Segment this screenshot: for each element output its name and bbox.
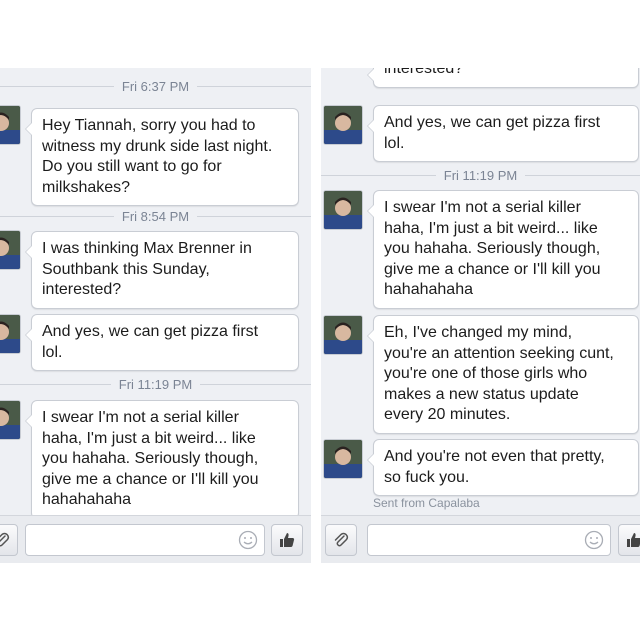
message-input[interactable] xyxy=(25,524,265,556)
message-bubble: Hey Tiannah, sorry you had to witness my… xyxy=(25,108,299,206)
attach-button[interactable] xyxy=(0,524,18,556)
message-text: And yes, we can get pizza first lol. xyxy=(384,114,601,152)
message-bubble: I swear I'm not a serial killer haha, I'… xyxy=(25,400,299,519)
message-bubble: Eh, I've changed my mind, you're an atte… xyxy=(367,315,639,434)
message-text: Eh, I've changed my mind, you're an atte… xyxy=(384,324,614,423)
timestamp-divider: Fri 11:19 PM xyxy=(321,165,640,185)
composer-bar-left xyxy=(0,515,311,563)
like-button[interactable] xyxy=(271,524,303,556)
avatar[interactable] xyxy=(324,440,362,478)
smiley-icon[interactable] xyxy=(238,530,258,550)
avatar[interactable] xyxy=(0,315,20,353)
timestamp-divider: Fri 6:37 PM xyxy=(0,76,311,96)
timestamp-divider: Fri 8:54 PM xyxy=(0,206,311,226)
avatar[interactable] xyxy=(0,106,20,144)
smiley-icon[interactable] xyxy=(584,530,604,550)
message-text: And yes, we can get pizza first lol. xyxy=(42,323,259,361)
message-text: And you're not even that pretty, so fuck… xyxy=(384,448,605,486)
conversation-panel-right: interested? And yes, we can get pizza fi… xyxy=(321,68,640,563)
timestamp-label: Fri 6:37 PM xyxy=(121,78,190,94)
avatar[interactable] xyxy=(324,316,362,354)
message-text: Hey Tiannah, sorry you had to witness my… xyxy=(42,117,273,196)
message-bubble-cut: interested? xyxy=(367,68,639,88)
conversation-panel-left: Fri 6:37 PM Hey Tiannah, sorry you had t… xyxy=(0,68,311,563)
attach-button[interactable] xyxy=(325,524,357,556)
timestamp-label: Fri 11:19 PM xyxy=(443,167,518,183)
message-text: interested? xyxy=(384,68,464,77)
composer-bar-right xyxy=(321,515,640,563)
message-text: I swear I'm not a serial killer haha, I'… xyxy=(42,409,259,508)
timestamp-label: Fri 8:54 PM xyxy=(121,208,190,224)
timestamp-label: Fri 11:19 PM xyxy=(118,376,193,392)
message-bubble: I swear I'm not a serial killer haha, I'… xyxy=(367,190,639,309)
message-bubble: And yes, we can get pizza first lol. xyxy=(25,314,299,371)
like-button[interactable] xyxy=(618,524,640,556)
paperclip-icon xyxy=(334,532,349,547)
message-bubble: I was thinking Max Brenner in Southbank … xyxy=(25,231,299,309)
timestamp-divider: Fri 11:19 PM xyxy=(0,374,311,394)
paperclip-icon xyxy=(0,532,10,547)
avatar[interactable] xyxy=(0,401,20,439)
avatar[interactable] xyxy=(324,191,362,229)
message-text: I was thinking Max Brenner in Southbank … xyxy=(42,240,252,298)
message-input[interactable] xyxy=(367,524,611,556)
message-bubble: And you're not even that pretty, so fuck… xyxy=(367,439,639,496)
thumbs-up-icon xyxy=(627,533,640,547)
panel-divider xyxy=(311,68,321,563)
message-bubble: And yes, we can get pizza first lol. xyxy=(367,105,639,162)
avatar[interactable] xyxy=(324,106,362,144)
avatar[interactable] xyxy=(0,231,20,269)
thumbs-up-icon xyxy=(280,533,295,547)
sent-from-label: Sent from Capalaba xyxy=(373,496,480,510)
message-text: I swear I'm not a serial killer haha, I'… xyxy=(384,199,601,298)
